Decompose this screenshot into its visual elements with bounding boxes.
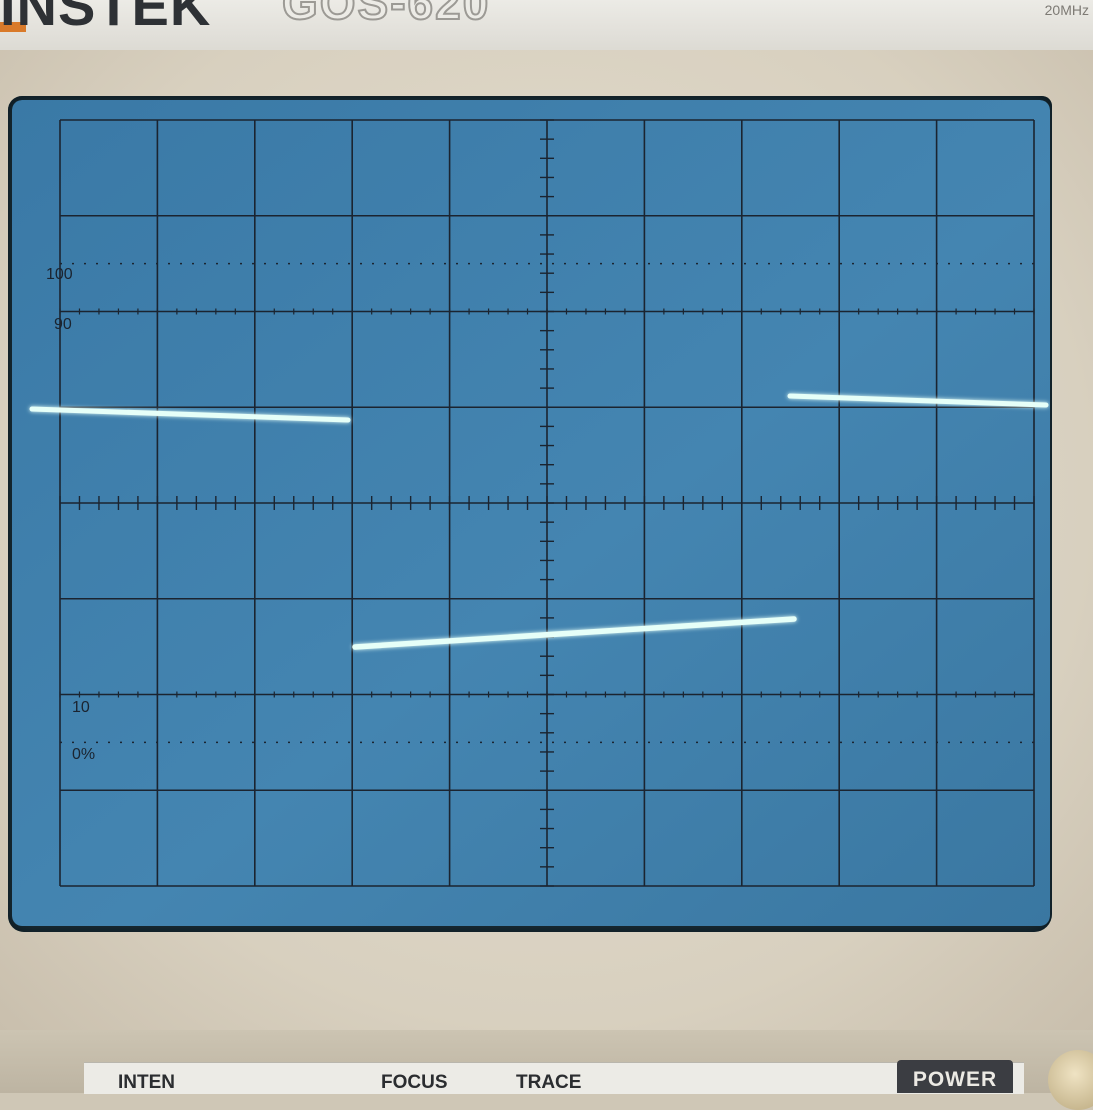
scale-label-0-percent: 0% — [72, 746, 95, 763]
model-name: GOS-620 — [281, 0, 491, 29]
bandwidth-label: 20MHz — [1044, 2, 1089, 18]
brand-logo: INSTEK — [0, 0, 212, 37]
screen-background — [12, 100, 1050, 926]
oscilloscope-screen: 100 90 10 0% — [12, 100, 1050, 926]
power-button[interactable]: POWER — [897, 1060, 1013, 1093]
intensity-label: INTEN — [118, 1072, 175, 1093]
top-panel: INSTEK GOS-620 20MHz — [0, 0, 1093, 52]
focus-label: FOCUS — [381, 1072, 448, 1093]
power-knob[interactable] — [1048, 1050, 1093, 1110]
scale-label-90: 90 — [54, 316, 72, 333]
scale-label-10: 10 — [72, 699, 90, 716]
scale-label-100: 100 — [46, 266, 73, 283]
trace-rotation-label: TRACE — [516, 1072, 582, 1093]
